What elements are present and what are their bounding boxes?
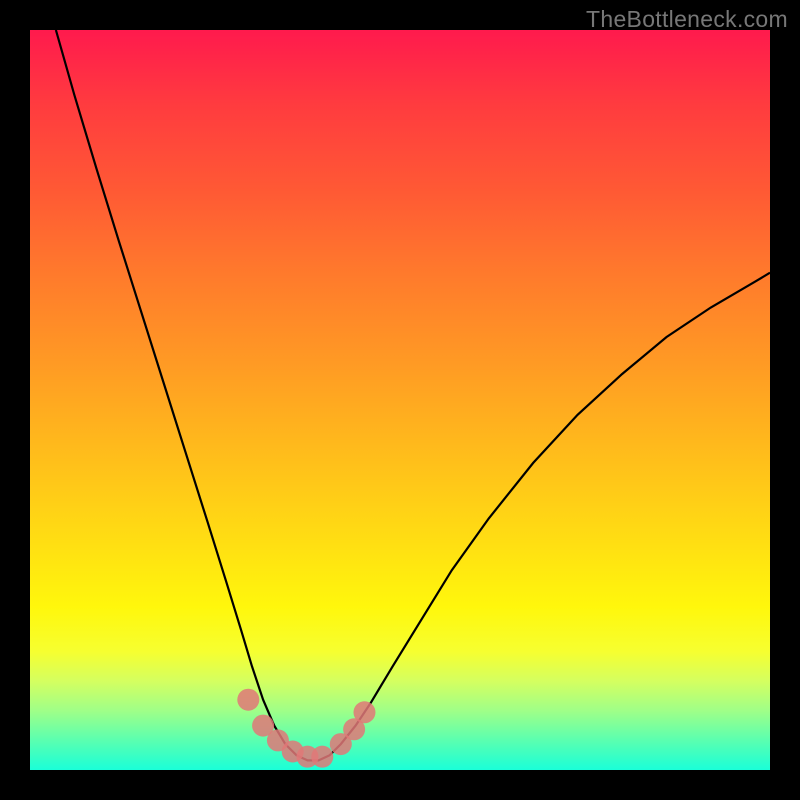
- watermark-text: TheBottleneck.com: [586, 6, 788, 33]
- bottleneck-curve: [56, 30, 770, 760]
- data-marker: [353, 701, 375, 723]
- chart-frame: [30, 30, 770, 770]
- chart-svg: [30, 30, 770, 770]
- markers-group: [237, 689, 375, 768]
- data-marker: [311, 746, 333, 768]
- data-marker: [237, 689, 259, 711]
